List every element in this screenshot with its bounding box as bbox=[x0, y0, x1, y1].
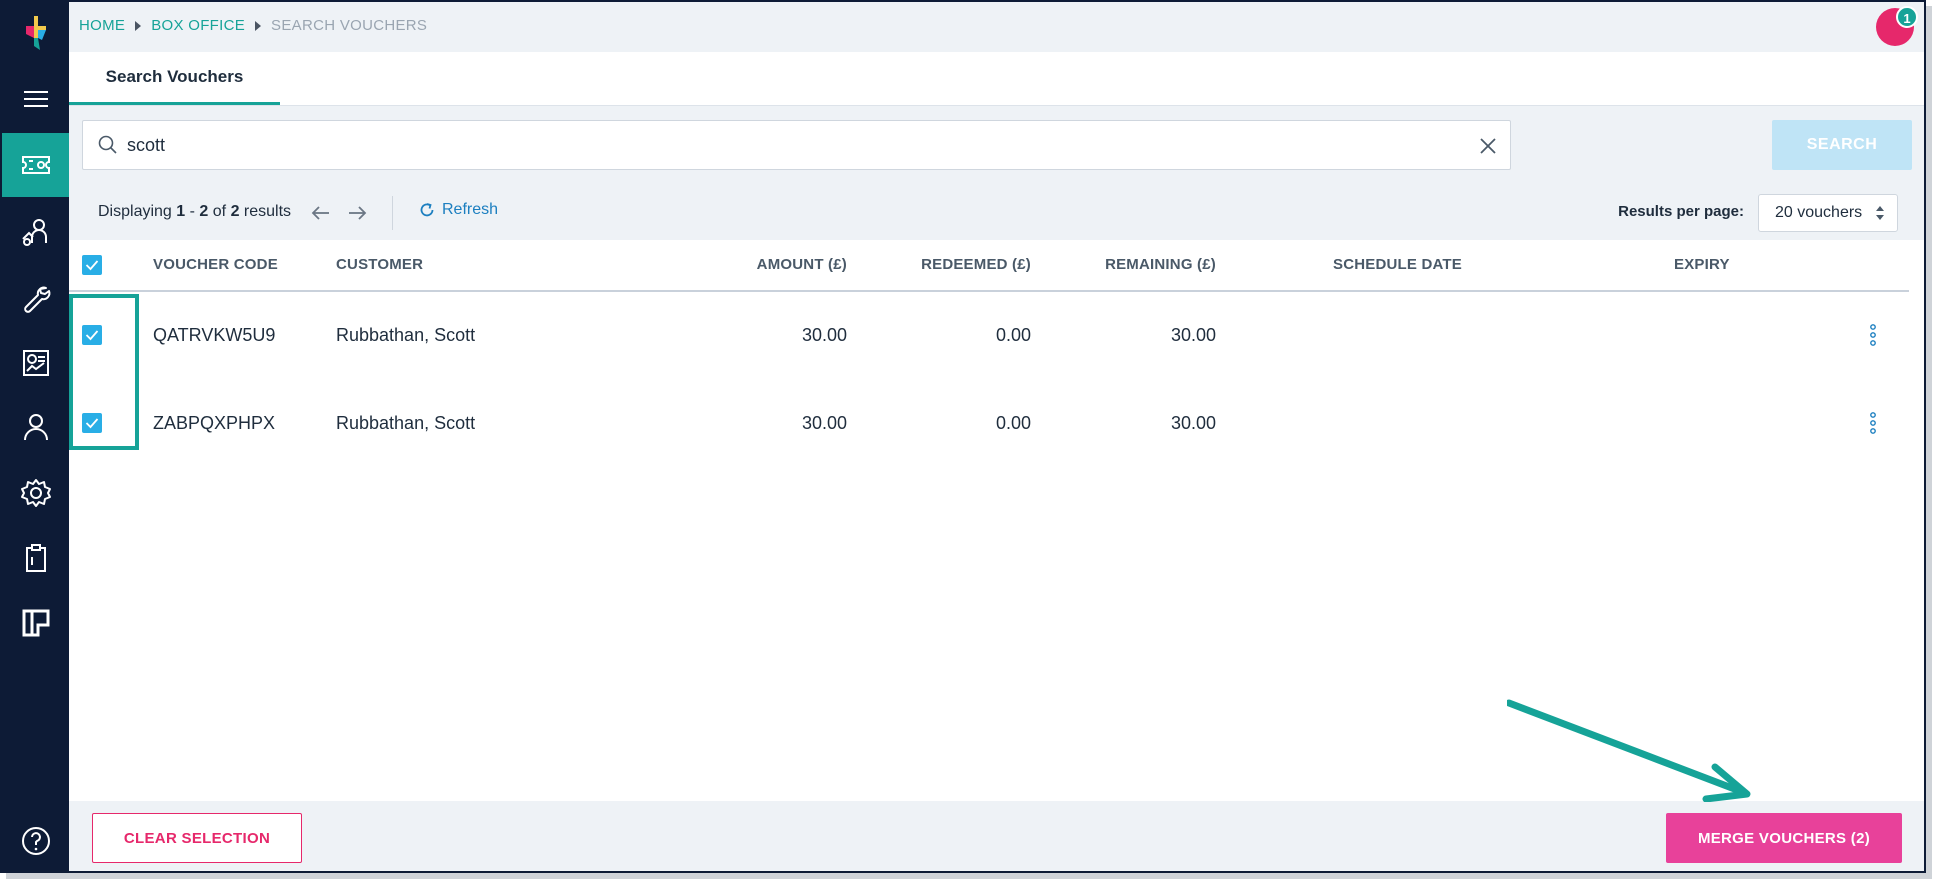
customer-name: Rubbathan, Scott bbox=[336, 325, 476, 345]
results-per-page-label: Results per page: bbox=[1618, 203, 1744, 220]
sort-caret-icon bbox=[1876, 206, 1884, 220]
sidebar-menu-button[interactable] bbox=[2, 72, 69, 126]
check-icon bbox=[85, 260, 99, 271]
remaining: 30.00 bbox=[1170, 413, 1216, 433]
table-row[interactable]: QATRVKW5U9 Rubbathan, Scott 30.00 0.00 3… bbox=[69, 292, 1909, 378]
toolbar-divider bbox=[392, 196, 393, 230]
sidebar bbox=[2, 2, 69, 871]
search-button[interactable]: SEARCH bbox=[1772, 120, 1912, 170]
top-bar: HOME BOX OFFICE SEARCH VOUCHERS 1 bbox=[69, 2, 1924, 52]
callout-arrow-icon bbox=[1507, 699, 1751, 802]
column-header-customer[interactable]: CUSTOMER bbox=[336, 256, 423, 273]
ticket-icon bbox=[21, 156, 50, 174]
results-range-end: 2 bbox=[199, 203, 209, 220]
sidebar-item-customers[interactable] bbox=[2, 205, 69, 259]
column-header-voucher-code[interactable]: VOUCHER CODE bbox=[153, 256, 278, 273]
refresh-label: Refresh bbox=[442, 201, 499, 218]
remaining: 30.00 bbox=[1170, 325, 1216, 345]
sidebar-item-tools[interactable] bbox=[2, 271, 69, 325]
column-header-expiry[interactable]: EXPIRY bbox=[1674, 256, 1730, 273]
customer-name: Rubbathan, Scott bbox=[336, 413, 476, 433]
gear-icon bbox=[20, 479, 51, 507]
sidebar-item-box-office[interactable] bbox=[2, 133, 69, 197]
user-plus-icon bbox=[21, 219, 47, 246]
results-suffix: results bbox=[243, 203, 292, 220]
redeemed: 0.00 bbox=[995, 325, 1031, 345]
notification-badge: 1 bbox=[1896, 6, 1918, 28]
voucher-code: ZABPQXPHPX bbox=[153, 413, 276, 433]
menu-icon bbox=[23, 91, 48, 107]
help-icon bbox=[21, 827, 50, 855]
search-area: scott SEARCH bbox=[69, 106, 1924, 186]
results-range-start: 1 bbox=[176, 203, 186, 220]
arrow-left-icon[interactable] bbox=[308, 200, 334, 226]
breadcrumb-current: SEARCH VOUCHERS bbox=[271, 17, 428, 34]
results-per-page-select[interactable]: 20 vouchers bbox=[1758, 194, 1898, 232]
caret-right-icon bbox=[135, 20, 142, 31]
chart-icon bbox=[22, 350, 49, 376]
column-header-schedule-date[interactable]: SCHEDULE DATE bbox=[1333, 256, 1462, 273]
clipboard-icon bbox=[25, 544, 46, 572]
results-count: Displaying 1 - 2 of 2 results bbox=[98, 203, 291, 221]
tab-search-vouchers[interactable]: Search Vouchers bbox=[69, 52, 280, 105]
breadcrumb-home[interactable]: HOME bbox=[79, 17, 125, 34]
more-vertical-icon[interactable] bbox=[1870, 412, 1876, 434]
redeemed: 0.00 bbox=[995, 413, 1031, 433]
column-header-redeemed[interactable]: REDEEMED (£) bbox=[921, 256, 1031, 273]
column-header-amount[interactable]: AMOUNT (£) bbox=[757, 256, 847, 273]
breadcrumb-box-office[interactable]: BOX OFFICE bbox=[151, 17, 245, 34]
amount: 30.00 bbox=[801, 413, 847, 433]
results-total: 2 bbox=[230, 203, 240, 220]
sidebar-item-settings[interactable] bbox=[2, 466, 69, 520]
table-row[interactable]: ZABPQXPHPX Rubbathan, Scott 30.00 0.00 3… bbox=[69, 380, 1909, 466]
close-icon[interactable] bbox=[1478, 136, 1498, 156]
sidebar-item-reports[interactable] bbox=[2, 336, 69, 390]
app-window: HOME BOX OFFICE SEARCH VOUCHERS 1 Search… bbox=[0, 0, 1926, 873]
sidebar-item-layout[interactable] bbox=[2, 596, 69, 650]
clear-selection-button[interactable]: CLEAR SELECTION bbox=[92, 813, 302, 863]
column-header-remaining[interactable]: REMAINING (£) bbox=[1105, 256, 1216, 273]
results-dash: - bbox=[189, 203, 195, 220]
selection-highlight-box bbox=[69, 294, 139, 450]
table-header: VOUCHER CODE CUSTOMER AMOUNT (£) REDEEME… bbox=[69, 240, 1909, 292]
more-vertical-icon[interactable] bbox=[1870, 324, 1876, 346]
results-prefix: Displaying bbox=[98, 203, 172, 220]
wrench-icon bbox=[23, 286, 50, 313]
select-all-checkbox[interactable] bbox=[82, 255, 102, 275]
sidebar-item-clipboard[interactable] bbox=[2, 531, 69, 585]
arrow-right-icon[interactable] bbox=[344, 200, 370, 226]
search-icon bbox=[98, 135, 117, 154]
results-toolbar: Displaying 1 - 2 of 2 results Refresh Re… bbox=[69, 186, 1924, 240]
sidebar-item-account[interactable] bbox=[2, 400, 69, 454]
app-logo-icon bbox=[26, 16, 46, 50]
search-value: scott bbox=[127, 135, 166, 155]
sidebar-help-button[interactable] bbox=[2, 814, 69, 868]
refresh-button[interactable]: Refresh bbox=[418, 201, 498, 219]
search-input[interactable]: scott bbox=[82, 120, 1511, 170]
breadcrumb: HOME BOX OFFICE SEARCH VOUCHERS bbox=[79, 17, 427, 34]
refresh-icon bbox=[420, 203, 434, 217]
results-per-page-value: 20 vouchers bbox=[1775, 204, 1863, 221]
voucher-code: QATRVKW5U9 bbox=[153, 325, 276, 345]
action-footer: CLEAR SELECTION MERGE VOUCHERS (2) bbox=[69, 801, 1924, 871]
layout-icon bbox=[22, 609, 49, 637]
user-icon bbox=[23, 414, 48, 441]
results-of: of bbox=[212, 203, 227, 220]
caret-right-icon bbox=[255, 20, 262, 31]
merge-vouchers-button[interactable]: MERGE VOUCHERS (2) bbox=[1666, 813, 1902, 863]
tab-bar: Search Vouchers bbox=[69, 52, 1924, 106]
amount: 30.00 bbox=[801, 325, 847, 345]
